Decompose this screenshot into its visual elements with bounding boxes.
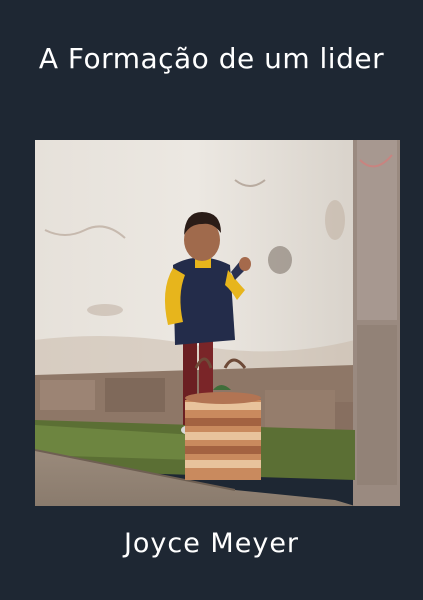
book-title: A Formação de um lider <box>38 42 385 75</box>
book-cover: A Formação de um lider Joyce Meyer <box>0 0 423 600</box>
book-author: Joyce Meyer <box>123 528 300 559</box>
cover-photo <box>35 140 400 506</box>
